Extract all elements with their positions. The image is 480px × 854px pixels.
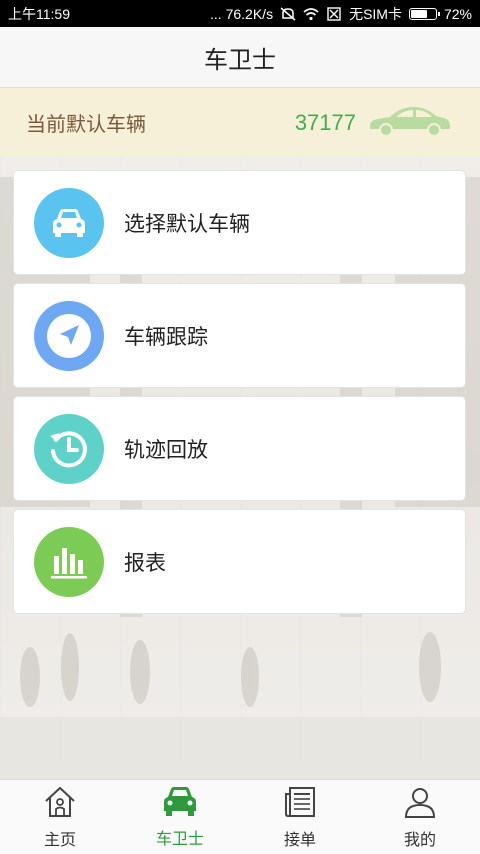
status-bar: 上午11:59 ... 76.2K/s 无SIM卡 72% xyxy=(0,0,480,27)
default-vehicle-bar[interactable]: 当前默认车辆 37177 xyxy=(0,88,480,157)
nav-label: 接单 xyxy=(283,830,316,849)
default-vehicle-label: 当前默认车辆 xyxy=(26,112,146,136)
menu-label: 报表 xyxy=(124,550,166,575)
menu-track-playback[interactable]: 轨迹回放 xyxy=(13,396,466,501)
network-speed: ... 76.2K/s xyxy=(210,5,274,22)
nav-label: 车卫士 xyxy=(155,829,204,848)
newspaper-icon xyxy=(282,784,318,824)
menu-label: 选择默认车辆 xyxy=(124,211,250,236)
menu-select-default-vehicle[interactable]: 选择默认车辆 xyxy=(13,170,466,275)
nav-label: 我的 xyxy=(403,830,436,849)
menu-vehicle-tracking[interactable]: 车辆跟踪 xyxy=(13,283,466,388)
bottom-nav: 主页 车卫士 接单 我的 xyxy=(0,779,480,854)
default-vehicle-plate: 37177 xyxy=(294,109,356,135)
mute-icon xyxy=(280,6,296,21)
user-icon xyxy=(402,784,438,824)
navigation-arrow-icon xyxy=(34,300,104,371)
no-sim-icon xyxy=(326,6,342,21)
battery-icon xyxy=(408,7,440,20)
nav-orders[interactable]: 接单 xyxy=(240,780,360,854)
status-indicators: ... 76.2K/s 无SIM卡 72% xyxy=(210,4,472,24)
car-icon xyxy=(161,785,199,823)
nav-label: 主页 xyxy=(43,830,76,849)
menu-label: 轨迹回放 xyxy=(124,437,208,462)
nav-home[interactable]: 主页 xyxy=(0,780,120,854)
home-icon xyxy=(42,784,78,824)
history-clock-icon xyxy=(34,413,104,484)
bar-chart-icon xyxy=(34,526,104,597)
car-icon xyxy=(34,187,104,258)
nav-mine[interactable]: 我的 xyxy=(360,780,480,854)
menu-label: 车辆跟踪 xyxy=(124,324,208,349)
status-time: 上午11:59 xyxy=(8,5,70,22)
battery-percent: 72% xyxy=(443,5,472,22)
wifi-icon xyxy=(303,7,319,21)
nav-car-guard[interactable]: 车卫士 xyxy=(120,780,240,854)
sim-status: 无SIM卡 xyxy=(349,5,402,22)
menu-report[interactable]: 报表 xyxy=(13,509,466,614)
sedan-car-icon xyxy=(366,104,452,142)
page-header: 车卫士 xyxy=(0,27,480,88)
page-title: 车卫士 xyxy=(204,45,276,74)
